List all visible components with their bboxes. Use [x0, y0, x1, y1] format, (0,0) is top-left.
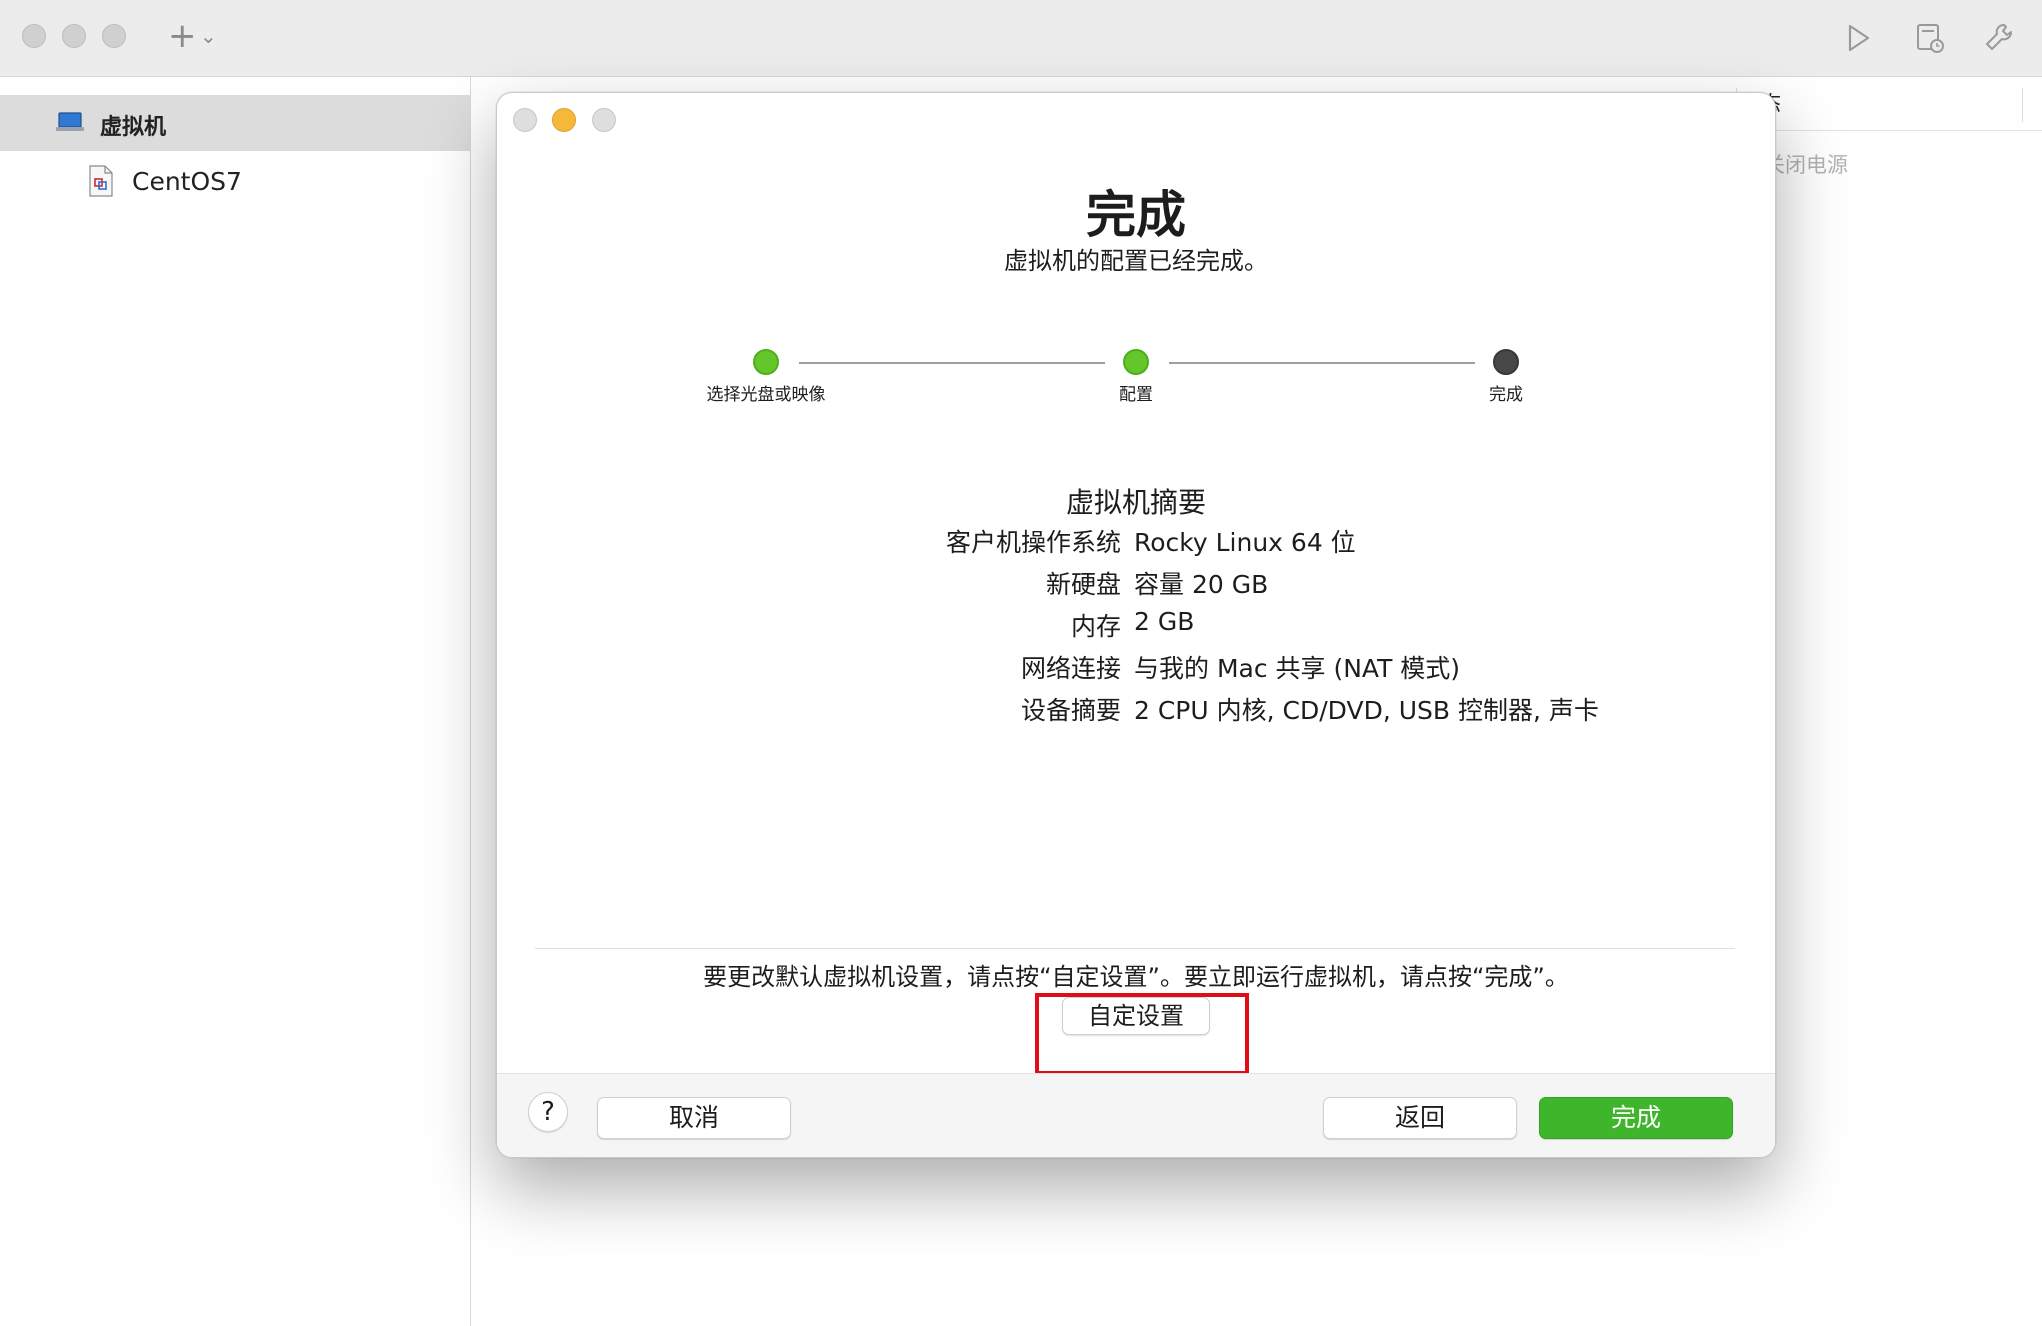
step-connector — [1169, 362, 1475, 364]
back-button[interactable]: 返回 — [1323, 1097, 1517, 1139]
dialog-minimize-button[interactable] — [552, 108, 576, 132]
sidebar-group-vms[interactable]: 虚拟机 — [0, 95, 470, 151]
summary-key: 内存 — [1070, 612, 1121, 641]
header-divider — [1736, 130, 2042, 131]
play-icon[interactable] — [1840, 20, 1876, 56]
summary-row: 设备摘要 2 CPU 内核, CD/DVD, USB 控制器, 声卡 — [497, 691, 1775, 731]
chevron-down-icon[interactable]: ⌄ — [200, 24, 217, 48]
main-titlebar: + ⌄ — [0, 0, 2042, 77]
summary-key: 新硬盘 — [1045, 570, 1121, 599]
step-dot-finish — [1493, 349, 1519, 375]
summary-value: 2 CPU 内核, CD/DVD, USB 控制器, 声卡 — [1134, 696, 1599, 725]
annotation-highlight-box — [1035, 993, 1249, 1075]
dialog-subtitle: 虚拟机的配置已经完成。 — [1004, 247, 1268, 275]
sidebar-item-label: CentOS7 — [132, 167, 242, 196]
dialog-title: 完成 — [1086, 186, 1186, 244]
column-separator — [2022, 88, 2023, 122]
summary-row: 网络连接 与我的 Mac 共享 (NAT 模式) — [497, 649, 1775, 689]
finish-button[interactable]: 完成 — [1539, 1097, 1733, 1139]
vm-file-icon — [89, 165, 113, 197]
wrench-icon[interactable] — [1982, 20, 2018, 56]
sidebar-group-label: 虚拟机 — [100, 115, 167, 140]
dialog-zoom-button[interactable] — [592, 108, 616, 132]
summary-title: 虚拟机摘要 — [1065, 486, 1206, 519]
help-button[interactable]: ? — [528, 1092, 568, 1132]
summary-value: Rocky Linux 64 位 — [1134, 528, 1356, 557]
step-label: 选择光盘或映像 — [706, 385, 826, 405]
window-zoom-button[interactable] — [102, 24, 126, 48]
add-vm-button[interactable]: + — [168, 18, 197, 54]
sidebar-item-centos7[interactable]: CentOS7 — [0, 155, 470, 211]
vm-library-sidebar: 虚拟机 CentOS7 — [0, 77, 471, 1326]
step-label: 配置 — [1119, 385, 1153, 405]
summary-key: 设备摘要 — [1020, 696, 1121, 725]
summary-value: 容量 20 GB — [1134, 570, 1269, 599]
summary-row: 客户机操作系统 Rocky Linux 64 位 — [497, 523, 1775, 563]
step-connector — [799, 362, 1105, 364]
summary-value: 2 GB — [1134, 607, 1195, 636]
laptop-icon — [56, 112, 84, 131]
dialog-footer: ? 取消 返回 完成 — [497, 1073, 1775, 1157]
cancel-button[interactable]: 取消 — [597, 1097, 791, 1139]
content-divider — [535, 948, 1735, 949]
summary-value: 与我的 Mac 共享 (NAT 模式) — [1134, 654, 1461, 683]
step-dot-configure — [1123, 349, 1149, 375]
vm-status-text: 关闭电源 — [1764, 153, 1848, 177]
summary-key: 客户机操作系统 — [945, 528, 1121, 557]
window-minimize-button[interactable] — [62, 24, 86, 48]
customize-hint-text: 要更改默认虚拟机设置，请点按“自定设置”。要立即运行虚拟机，请点按“完成”。 — [703, 963, 1569, 991]
summary-row: 新硬盘 容量 20 GB — [497, 565, 1775, 605]
step-label: 完成 — [1489, 385, 1523, 405]
summary-key: 网络连接 — [1020, 654, 1121, 683]
dialog-close-button[interactable] — [513, 108, 537, 132]
summary-row: 内存 2 GB — [497, 607, 1775, 647]
window-close-button[interactable] — [22, 24, 46, 48]
step-dot-select-media — [753, 349, 779, 375]
new-vm-assistant-dialog: 完成 虚拟机的配置已经完成。 选择光盘或映像 配置 完成 虚拟机摘要 客户机操作… — [496, 92, 1776, 1158]
snapshot-icon[interactable] — [1912, 20, 1948, 56]
